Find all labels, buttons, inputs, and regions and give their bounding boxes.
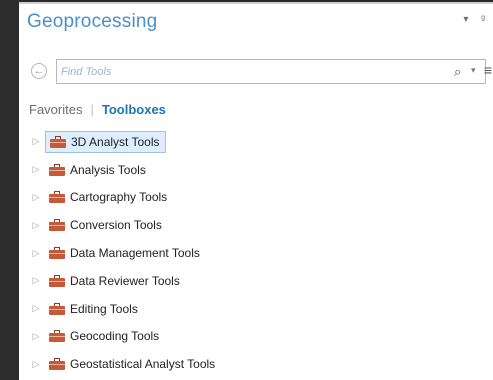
expand-chevron-icon[interactable]: ▷ [27, 331, 45, 342]
left-dock-rail [0, 0, 19, 380]
tree-item-row[interactable]: Analysis Tools [45, 159, 151, 181]
tree-item-cartography-tools[interactable]: ▷ Cartography Tools [27, 184, 477, 212]
expand-chevron-icon[interactable]: ▷ [27, 303, 45, 314]
tree-item-row[interactable]: Editing Tools [45, 298, 143, 320]
tab-favorites[interactable]: Favorites [29, 102, 82, 117]
tree-item-label: Analysis Tools [70, 162, 146, 177]
tree-item-label: Geocoding Tools [70, 329, 160, 344]
toolbox-icon [49, 330, 65, 343]
tree-item-row[interactable]: Geostatistical Analyst Tools [45, 353, 220, 375]
tree-item-analysis-tools[interactable]: ▷ Analysis Tools [27, 156, 477, 184]
tree-item-label: Data Reviewer Tools [70, 273, 180, 288]
search-icon[interactable]: ⌕ [454, 64, 461, 80]
geoprocessing-pane: Geoprocessing ▾ ᵍ ← ⌕ ▾ ≡ Favorites | To… [19, 2, 493, 380]
auto-hide-pin-icon[interactable]: ᵍ [481, 14, 485, 25]
pane-tabs: Favorites | Toolboxes [29, 102, 166, 117]
expand-chevron-icon[interactable]: ▷ [27, 359, 45, 370]
toolbox-icon [49, 302, 65, 315]
tree-item-label: Data Management Tools [70, 246, 200, 261]
toolbox-icon [49, 163, 65, 176]
tab-toolboxes[interactable]: Toolboxes [102, 102, 166, 117]
toolbox-icon [49, 191, 65, 204]
toolbox-icon [49, 358, 65, 371]
expand-chevron-icon[interactable]: ▷ [27, 248, 45, 259]
expand-chevron-icon[interactable]: ▷ [27, 136, 45, 147]
toolbox-tree: ▷ 3D Analyst Tools ▷ Analysis Tools ▷ Ca… [27, 128, 477, 378]
toolbox-icon [49, 274, 65, 287]
tree-item-3d-analyst-tools[interactable]: ▷ 3D Analyst Tools [27, 128, 477, 156]
tree-item-label: Cartography Tools [70, 190, 168, 205]
tree-item-conversion-tools[interactable]: ▷ Conversion Tools [27, 211, 477, 239]
toolbox-icon [50, 135, 66, 148]
tree-item-editing-tools[interactable]: ▷ Editing Tools [27, 295, 477, 323]
toolbox-icon [49, 219, 65, 232]
tree-item-geocoding-tools[interactable]: ▷ Geocoding Tools [27, 323, 477, 351]
pane-title-controls: ▾ ᵍ [453, 14, 485, 25]
tab-separator: | [90, 102, 94, 117]
tree-item-label: Editing Tools [70, 301, 138, 316]
tree-item-data-management-tools[interactable]: ▷ Data Management Tools [27, 239, 477, 267]
expand-chevron-icon[interactable]: ▷ [27, 220, 45, 231]
expand-chevron-icon[interactable]: ▷ [27, 164, 45, 175]
back-button[interactable]: ← [31, 63, 47, 79]
tree-item-geostatistical-analyst-tools[interactable]: ▷ Geostatistical Analyst Tools [27, 350, 477, 378]
expand-chevron-icon[interactable]: ▷ [27, 192, 45, 203]
toolbox-icon [49, 247, 65, 260]
tree-item-row[interactable]: 3D Analyst Tools [45, 130, 166, 153]
pin-dropdown-icon[interactable]: ▾ [463, 14, 468, 25]
find-tools-input[interactable] [61, 63, 421, 80]
search-options-dropdown-icon[interactable]: ▾ [471, 65, 476, 76]
tree-item-row[interactable]: Geocoding Tools [45, 325, 164, 347]
tree-item-row[interactable]: Conversion Tools [45, 214, 167, 236]
expand-chevron-icon[interactable]: ▷ [27, 275, 45, 286]
tree-item-data-reviewer-tools[interactable]: ▷ Data Reviewer Tools [27, 267, 477, 295]
tree-item-label: Conversion Tools [70, 218, 162, 233]
pane-menu-icon[interactable]: ≡ [484, 62, 492, 78]
tree-item-label: 3D Analyst Tools [71, 134, 160, 149]
find-tools-search-box: ⌕ ▾ [56, 59, 486, 84]
back-arrow-icon: ← [33, 65, 45, 77]
tree-item-row[interactable]: Cartography Tools [45, 186, 172, 208]
tree-item-row[interactable]: Data Reviewer Tools [45, 270, 185, 292]
tree-item-label: Geostatistical Analyst Tools [70, 357, 216, 372]
tree-item-row[interactable]: Data Management Tools [45, 242, 205, 264]
pane-title: Geoprocessing [27, 11, 158, 32]
